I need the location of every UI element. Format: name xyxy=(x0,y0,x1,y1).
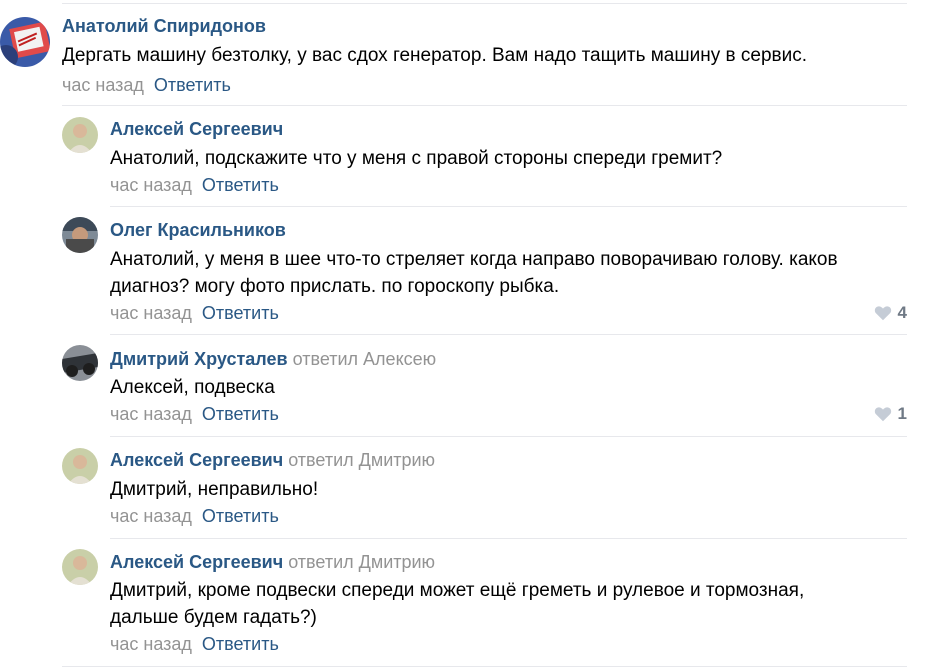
reply-button[interactable]: Ответить xyxy=(154,75,231,95)
reply-to-label[interactable]: ответил Дмитрию xyxy=(288,552,435,572)
reply-to-label[interactable]: ответил Алексею xyxy=(293,349,437,369)
divider xyxy=(62,105,907,106)
divider xyxy=(62,666,907,667)
avatar-aleksey[interactable] xyxy=(62,117,98,153)
like-button[interactable]: 1 xyxy=(874,404,907,424)
avatar-aleksey[interactable] xyxy=(62,549,98,585)
like-count: 4 xyxy=(897,303,907,322)
comment-time[interactable]: час назад xyxy=(110,634,192,654)
divider xyxy=(110,334,907,335)
like-button[interactable]: 4 xyxy=(874,303,907,323)
divider xyxy=(110,206,907,207)
divider xyxy=(110,538,907,539)
comment-author[interactable]: Дмитрий Хрусталев xyxy=(110,349,288,369)
comment-time[interactable]: час назад xyxy=(62,75,144,95)
like-count: 1 xyxy=(897,404,907,423)
avatar-anatoly[interactable] xyxy=(0,17,50,67)
reply-button[interactable]: Ответить xyxy=(202,175,279,195)
comment-text-line: Дмитрий, кроме подвески спереди может ещ… xyxy=(110,580,805,601)
comment-time[interactable]: час назад xyxy=(110,506,192,526)
comment-time[interactable]: час назад xyxy=(110,175,192,195)
comment-text: Алексей, подвеска xyxy=(110,377,275,398)
top-divider xyxy=(62,3,907,4)
reply-button[interactable]: Ответить xyxy=(202,404,279,424)
avatar-oleg[interactable] xyxy=(62,217,98,253)
comment-author[interactable]: Алексей Сергеевич xyxy=(110,450,283,470)
comment-time[interactable]: час назад xyxy=(110,303,192,323)
reply-button[interactable]: Ответить xyxy=(202,634,279,654)
comment-time[interactable]: час назад xyxy=(110,404,192,424)
heart-icon xyxy=(874,306,891,321)
divider xyxy=(110,436,907,437)
comment-author[interactable]: Олег Красильников xyxy=(110,220,286,241)
reply-button[interactable]: Ответить xyxy=(202,506,279,526)
comment-author[interactable]: Алексей Сергеевич xyxy=(110,552,283,572)
comment-author[interactable]: Алексей Сергеевич xyxy=(110,119,283,140)
comment-text: Анатолий, подскажите что у меня с правой… xyxy=(110,148,723,169)
avatar-aleksey[interactable] xyxy=(62,448,98,484)
avatar-dmitry[interactable] xyxy=(62,345,98,381)
comment-text: Дергать машину безтолку, у вас сдох гене… xyxy=(62,45,807,66)
reply-to-label[interactable]: ответил Дмитрию xyxy=(288,450,435,470)
comment-author[interactable]: Анатолий Спиридонов xyxy=(62,16,266,37)
comment-text-line: Анатолий, у меня в шее что-то стреляет к… xyxy=(110,249,838,270)
heart-icon xyxy=(874,407,891,422)
comment-text: Дмитрий, неправильно! xyxy=(110,479,319,500)
comment-text-line: диагноз? могу фото прислать. по гороскоп… xyxy=(110,276,560,297)
comment-text-line: дальше будем гадать?) xyxy=(110,607,317,628)
reply-button[interactable]: Ответить xyxy=(202,303,279,323)
